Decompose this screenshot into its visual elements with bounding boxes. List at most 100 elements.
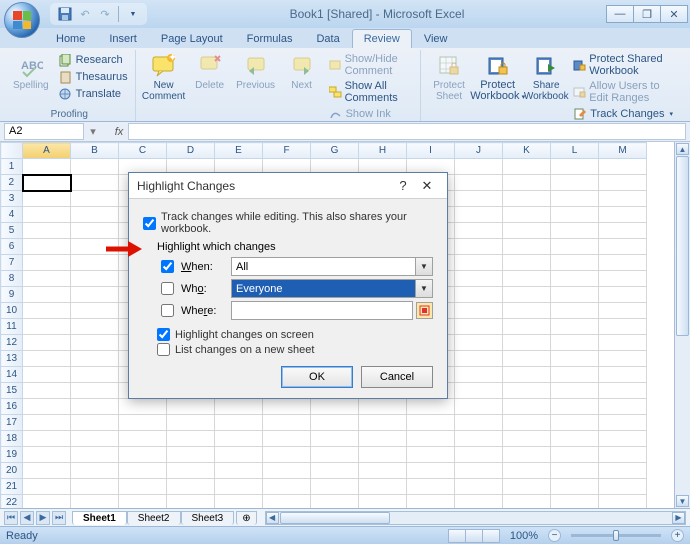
cell[interactable]: [23, 495, 71, 509]
cell[interactable]: [359, 447, 407, 463]
column-header[interactable]: G: [311, 143, 359, 159]
cell[interactable]: [455, 223, 503, 239]
cell[interactable]: [503, 431, 551, 447]
cell[interactable]: [215, 399, 263, 415]
cell[interactable]: [455, 367, 503, 383]
row-header[interactable]: 15: [1, 383, 23, 399]
redo-icon[interactable]: ↷: [98, 7, 112, 21]
cell[interactable]: [167, 399, 215, 415]
column-header[interactable]: E: [215, 143, 263, 159]
cell[interactable]: [359, 399, 407, 415]
protect-shared-workbook-button[interactable]: Protect Shared Workbook: [570, 52, 682, 78]
cell[interactable]: [503, 479, 551, 495]
row-header[interactable]: 14: [1, 367, 23, 383]
tab-review[interactable]: Review: [352, 29, 412, 48]
column-header[interactable]: F: [263, 143, 311, 159]
cell[interactable]: [71, 463, 119, 479]
cell[interactable]: [71, 335, 119, 351]
row-header[interactable]: 17: [1, 415, 23, 431]
cell[interactable]: [215, 415, 263, 431]
cell[interactable]: [455, 351, 503, 367]
next-comment-button[interactable]: Next: [280, 50, 324, 93]
scroll-up-button[interactable]: ▲: [676, 143, 689, 155]
row-header[interactable]: 21: [1, 479, 23, 495]
row-header[interactable]: 1: [1, 159, 23, 175]
cell[interactable]: [23, 367, 71, 383]
cell[interactable]: [503, 303, 551, 319]
cell[interactable]: [119, 495, 167, 509]
column-header[interactable]: I: [407, 143, 455, 159]
row-header[interactable]: 7: [1, 255, 23, 271]
tab-view[interactable]: View: [412, 29, 460, 48]
name-box-dropdown[interactable]: ▾: [86, 124, 100, 140]
cell[interactable]: [311, 495, 359, 509]
cell[interactable]: [167, 479, 215, 495]
cell[interactable]: [311, 399, 359, 415]
cell[interactable]: [311, 415, 359, 431]
cell[interactable]: [215, 463, 263, 479]
zoom-slider[interactable]: [571, 534, 661, 537]
cell[interactable]: [359, 431, 407, 447]
cell[interactable]: [551, 415, 599, 431]
cell[interactable]: [503, 415, 551, 431]
cell[interactable]: [503, 351, 551, 367]
cell[interactable]: [359, 463, 407, 479]
cell[interactable]: [71, 191, 119, 207]
cell[interactable]: [455, 335, 503, 351]
tab-page-layout[interactable]: Page Layout: [149, 29, 235, 48]
protect-workbook-button[interactable]: Protect Workbook▾: [473, 50, 522, 105]
cell[interactable]: [407, 415, 455, 431]
cell[interactable]: [551, 255, 599, 271]
cell[interactable]: [263, 495, 311, 509]
cell[interactable]: [503, 191, 551, 207]
cell[interactable]: [599, 335, 647, 351]
translate-button[interactable]: Translate: [56, 86, 131, 102]
cell[interactable]: [551, 287, 599, 303]
cell[interactable]: [23, 287, 71, 303]
cell[interactable]: [503, 383, 551, 399]
who-checkbox[interactable]: [161, 282, 174, 295]
page-break-view-button[interactable]: [482, 529, 500, 543]
cell[interactable]: [503, 399, 551, 415]
cell[interactable]: [311, 431, 359, 447]
cell[interactable]: [503, 495, 551, 509]
cell[interactable]: [167, 431, 215, 447]
cell[interactable]: [599, 399, 647, 415]
cell[interactable]: [23, 335, 71, 351]
cell[interactable]: [407, 479, 455, 495]
cell[interactable]: [167, 415, 215, 431]
cell[interactable]: [311, 479, 359, 495]
cell[interactable]: [503, 223, 551, 239]
cell[interactable]: [119, 447, 167, 463]
row-header[interactable]: 4: [1, 207, 23, 223]
cell[interactable]: [119, 399, 167, 415]
cell[interactable]: [119, 463, 167, 479]
when-checkbox[interactable]: [161, 260, 174, 273]
cell[interactable]: [167, 495, 215, 509]
cell[interactable]: [455, 399, 503, 415]
cell[interactable]: [71, 399, 119, 415]
cell[interactable]: [551, 431, 599, 447]
column-header[interactable]: L: [551, 143, 599, 159]
cell[interactable]: [455, 303, 503, 319]
zoom-out-button[interactable]: −: [548, 529, 561, 542]
cell[interactable]: [455, 447, 503, 463]
zoom-label[interactable]: 100%: [510, 530, 538, 542]
cell[interactable]: [599, 431, 647, 447]
show-hide-comment-button[interactable]: Show/Hide Comment: [326, 52, 416, 78]
share-workbook-button[interactable]: Share Workbook: [524, 50, 568, 104]
row-header[interactable]: 10: [1, 303, 23, 319]
cell[interactable]: [551, 303, 599, 319]
cell[interactable]: [551, 159, 599, 175]
cell[interactable]: [23, 191, 71, 207]
cell[interactable]: [599, 159, 647, 175]
cell[interactable]: [71, 447, 119, 463]
horizontal-scroll-thumb[interactable]: [280, 512, 390, 524]
cell[interactable]: [551, 223, 599, 239]
cell[interactable]: [119, 415, 167, 431]
show-ink-button[interactable]: Show Ink: [326, 106, 416, 122]
cell[interactable]: [455, 159, 503, 175]
cell[interactable]: [23, 319, 71, 335]
dialog-help-button[interactable]: ?: [391, 176, 415, 196]
track-changes-checkbox[interactable]: [143, 217, 156, 230]
